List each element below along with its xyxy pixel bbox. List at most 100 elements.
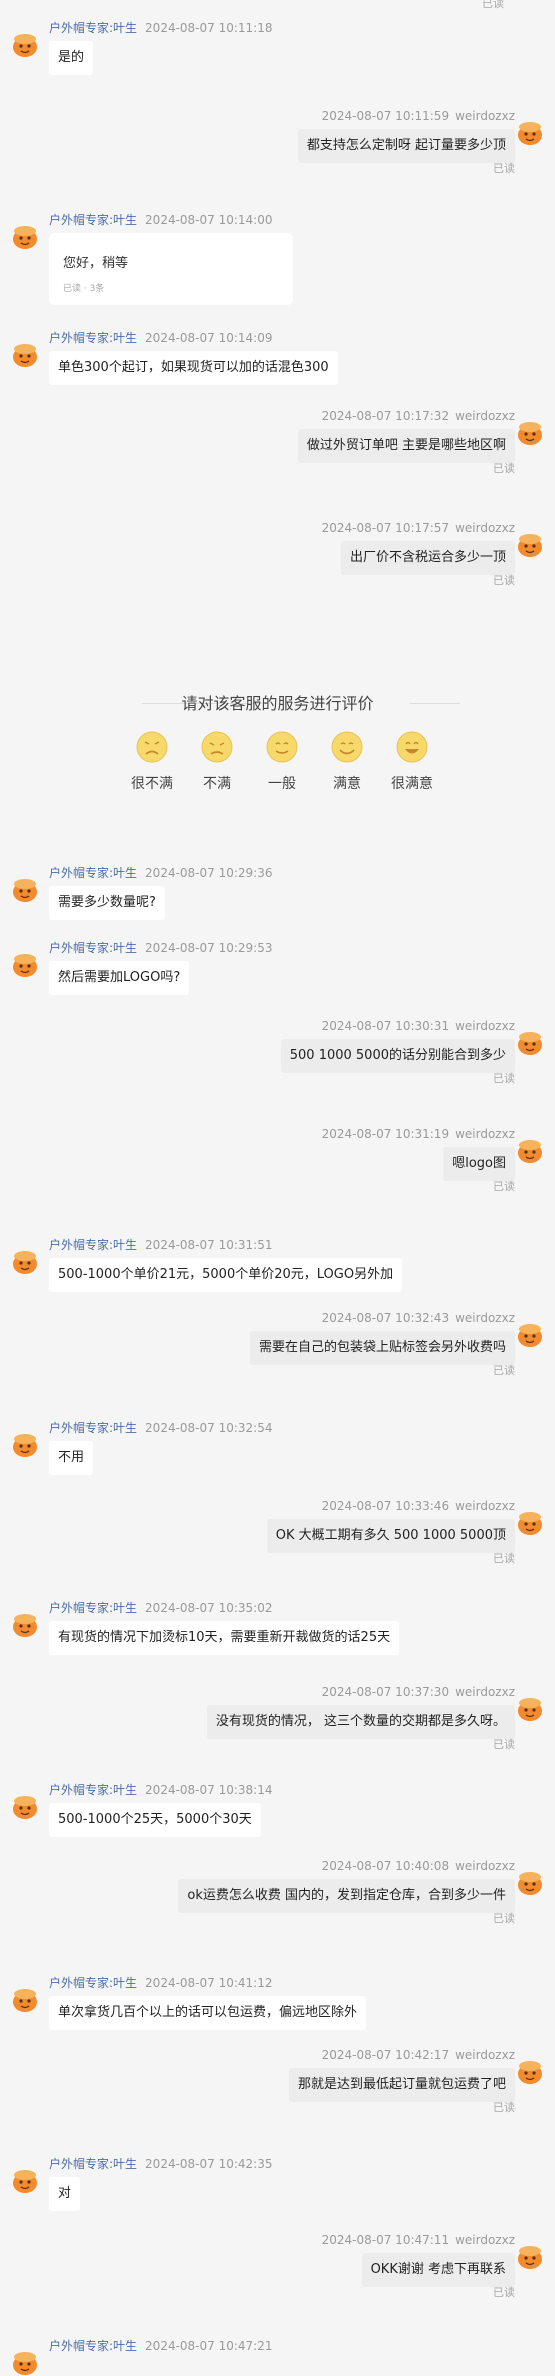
user-avatar[interactable] — [515, 1136, 545, 1164]
message-bubble[interactable]: 没有现货的情况， 这三个数量的交期都是多久呀。 — [206, 1705, 515, 1739]
message-bubble[interactable]: ok运费怎么收费 国内的，发到指定仓库，合到多少一件 — [178, 1879, 515, 1913]
user-avatar[interactable] — [515, 530, 545, 558]
message-bubble[interactable]: 有现货的情况下加烫标10天，需要重新开裁做货的话25天 — [49, 1621, 400, 1655]
message-time: 2024-08-07 10:38:14 — [145, 1783, 273, 1797]
agent-name[interactable]: 户外帽专家:叶生 — [49, 866, 137, 880]
user-avatar[interactable] — [515, 1694, 545, 1722]
read-status: 已读 — [493, 1738, 515, 1751]
user-name[interactable]: weirdozxz — [455, 1311, 515, 1325]
agent-name[interactable]: 户外帽专家:叶生 — [49, 2339, 137, 2353]
message-bubble[interactable]: 都支持怎么定制呀 起订量要多少顶 — [297, 129, 515, 163]
agent-avatar[interactable] — [10, 1430, 40, 1458]
message-bubble[interactable]: OK 大概工期有多久 500 1000 5000顶 — [266, 1519, 515, 1553]
agent-avatar[interactable] — [10, 1792, 40, 1820]
rating-option-label[interactable]: 不满 — [182, 773, 252, 793]
message-bubble[interactable]: OKK谢谢 考虑下再联系 — [361, 2253, 515, 2287]
user-avatar[interactable] — [515, 118, 545, 146]
message-bubble[interactable]: 500 1000 5000的话分别能合到多少 — [280, 1039, 515, 1073]
agent-name[interactable]: 户外帽专家:叶生 — [49, 2157, 137, 2171]
message-time: 2024-08-07 10:11:59 — [321, 109, 450, 123]
message-bubble[interactable]: 是的 — [49, 41, 94, 75]
rating-option-label[interactable]: 很不满 — [117, 773, 187, 793]
rating-option-label[interactable]: 一般 — [247, 773, 317, 793]
user-avatar[interactable] — [515, 1028, 545, 1056]
user-name[interactable]: weirdozxz — [455, 109, 515, 123]
neutral-face-icon[interactable] — [265, 730, 299, 764]
agent-avatar[interactable] — [10, 2348, 40, 2376]
message-meta: 户外帽专家:叶生 2024-08-07 10:35:02 — [49, 1600, 273, 1616]
agent-name[interactable]: 户外帽专家:叶生 — [49, 21, 137, 35]
message-bubble[interactable]: 做过外贸订单吧 主要是哪些地区啊 — [297, 429, 515, 463]
user-name[interactable]: weirdozxz — [455, 1499, 515, 1513]
agent-avatar[interactable] — [10, 1985, 40, 2013]
rating-option-label[interactable]: 满意 — [312, 773, 382, 793]
message-bubble[interactable]: 需要在自己的包装袋上贴标签会另外收费吗 — [249, 1331, 515, 1365]
message-bubble[interactable]: 需要多少数量呢? — [49, 886, 165, 920]
user-name[interactable]: weirdozxz — [455, 1127, 515, 1141]
user-avatar[interactable] — [515, 1868, 545, 1896]
message-meta: 2024-08-07 10:33:46 weirdozxz — [322, 1498, 515, 1514]
message-meta: 户外帽专家:叶生 2024-08-07 10:47:21 — [49, 2338, 273, 2354]
unsatisfied-face-icon[interactable] — [200, 730, 234, 764]
message-bubble[interactable]: 不用 — [49, 1441, 94, 1475]
user-name[interactable]: weirdozxz — [455, 1019, 515, 1033]
agent-name[interactable]: 户外帽专家:叶生 — [49, 1783, 137, 1797]
agent-name[interactable]: 户外帽专家:叶生 — [49, 1421, 137, 1435]
message-meta: 2024-08-07 10:40:08 weirdozxz — [322, 1858, 515, 1874]
read-status: 已读 — [493, 2101, 515, 2114]
agent-name[interactable]: 户外帽专家:叶生 — [49, 1601, 137, 1615]
message-bubble[interactable]: 单色300个起订，如果现货可以加的话混色300 — [49, 351, 338, 385]
user-name[interactable]: weirdozxz — [455, 1859, 515, 1873]
agent-avatar[interactable] — [10, 950, 40, 978]
message-bubble[interactable]: 500-1000个25天，5000个30天 — [49, 1803, 261, 1837]
rating-option-label[interactable]: 很满意 — [377, 773, 447, 793]
user-avatar[interactable] — [515, 1320, 545, 1348]
message-bubble[interactable]: 嗯logo图 — [443, 1147, 515, 1181]
user-avatar[interactable] — [515, 2057, 545, 2085]
message-card[interactable]: 您好，稍等 已读 · 3条 — [49, 233, 293, 305]
agent-avatar[interactable] — [10, 1247, 40, 1275]
message-time: 2024-08-07 10:14:09 — [145, 331, 273, 345]
agent-avatar[interactable] — [10, 222, 40, 250]
user-avatar[interactable] — [515, 418, 545, 446]
user-name[interactable]: weirdozxz — [455, 2048, 515, 2062]
message-bubble[interactable]: 单次拿货几百个以上的话可以包运费，偏远地区除外 — [49, 1996, 367, 2030]
message-meta: 户外帽专家:叶生 2024-08-07 10:32:54 — [49, 1420, 273, 1436]
message-time: 2024-08-07 10:35:02 — [145, 1601, 273, 1615]
satisfied-face-icon[interactable] — [330, 730, 364, 764]
user-avatar[interactable] — [515, 2242, 545, 2270]
avatar-icon — [13, 1796, 37, 1819]
message-bubble[interactable]: 出厂价不含税运合多少一顶 — [340, 541, 515, 575]
message-meta: 户外帽专家:叶生 2024-08-07 10:29:53 — [49, 940, 273, 956]
read-status: 已读 — [493, 1072, 515, 1085]
agent-name[interactable]: 户外帽专家:叶生 — [49, 331, 137, 345]
user-name[interactable]: weirdozxz — [455, 521, 515, 535]
message-bubble[interactable]: 对 — [49, 2177, 81, 2211]
message-bubble[interactable]: 那就是达到最低起订量就包运费了吧 — [288, 2068, 515, 2102]
agent-name[interactable]: 户外帽专家:叶生 — [49, 1238, 137, 1252]
avatar-icon — [13, 2352, 37, 2375]
message-meta: 户外帽专家:叶生 2024-08-07 10:38:14 — [49, 1782, 273, 1798]
read-status: 已读 — [482, 0, 504, 10]
agent-avatar[interactable] — [10, 30, 40, 58]
user-name[interactable]: weirdozxz — [455, 409, 515, 423]
message-meta: 2024-08-07 10:17:32 weirdozxz — [322, 408, 515, 424]
very-satisfied-face-icon[interactable] — [395, 730, 429, 764]
agent-name[interactable]: 户外帽专家:叶生 — [49, 213, 137, 227]
message-bubble[interactable]: 500-1000个单价21元，5000个单价20元，LOGO另外加 — [49, 1258, 403, 1292]
agent-avatar[interactable] — [10, 2166, 40, 2194]
agent-avatar[interactable] — [10, 1610, 40, 1638]
agent-avatar[interactable] — [10, 340, 40, 368]
agent-name[interactable]: 户外帽专家:叶生 — [49, 1976, 137, 1990]
agent-name[interactable]: 户外帽专家:叶生 — [49, 941, 137, 955]
message-bubble[interactable]: 然后需要加LOGO吗? — [49, 961, 190, 995]
user-name[interactable]: weirdozxz — [455, 1685, 515, 1699]
message-meta: 2024-08-07 10:17:57 weirdozxz — [322, 520, 515, 536]
agent-avatar[interactable] — [10, 875, 40, 903]
rating-title: 请对该客服的服务进行评价 — [181, 694, 374, 713]
card-text: 您好，稍等 — [63, 256, 129, 271]
user-name[interactable]: weirdozxz — [455, 2233, 515, 2247]
message-time: 2024-08-07 10:47:21 — [145, 2339, 273, 2353]
very-unsatisfied-face-icon[interactable] — [135, 730, 169, 764]
user-avatar[interactable] — [515, 1508, 545, 1536]
